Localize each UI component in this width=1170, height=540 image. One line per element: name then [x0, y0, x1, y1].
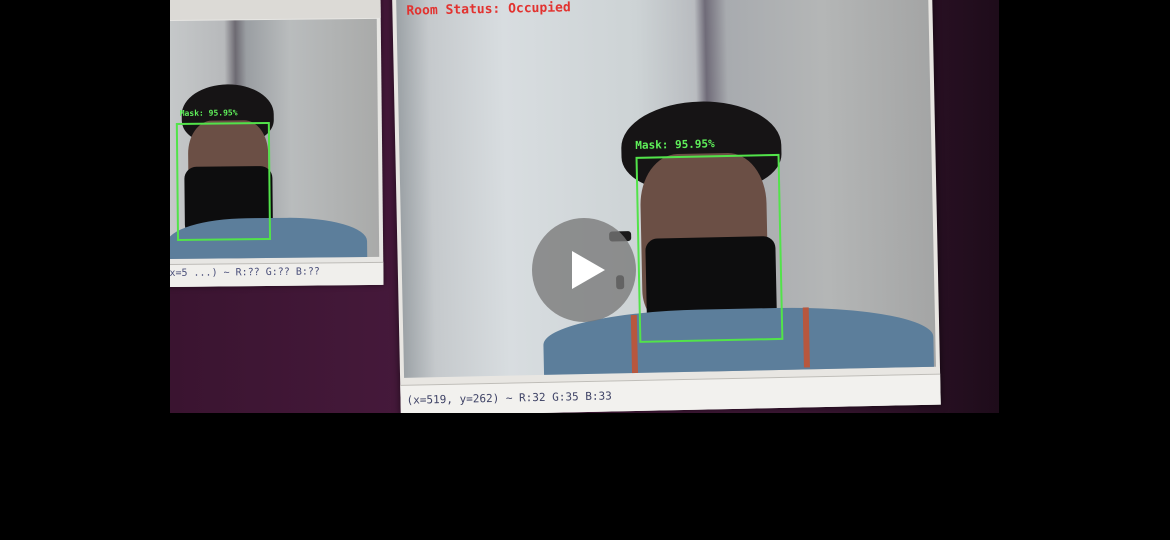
- main-camera-window: Room Status: Occupied Mask: 95.95% (x=51…: [392, 0, 941, 413]
- mask-detection-box: [175, 121, 272, 241]
- small-window-titlebar: [170, 0, 381, 21]
- play-button[interactable]: [532, 218, 636, 322]
- main-window-status-text: (x=519, y=262) ~ R:32 G:35 B:33: [406, 389, 612, 407]
- shirt-strap-left: [630, 314, 639, 376]
- video-player[interactable]: Mask: 95.95% (x=5 ...) ~ R:?? G:?? B:?? …: [0, 0, 1170, 540]
- main-window-statusbar: (x=519, y=262) ~ R:32 G:35 B:33: [400, 373, 941, 413]
- room-status-label: Room Status: Occupied: [406, 0, 571, 19]
- shirt-strap-right: [802, 307, 810, 368]
- mask-detection-label: Mask: 95.95%: [179, 108, 238, 118]
- mask-detection-box: [635, 153, 784, 343]
- main-camera-feed: Room Status: Occupied Mask: 95.95%: [396, 0, 936, 378]
- play-icon: [572, 251, 605, 289]
- small-window-statusbar: (x=5 ...) ~ R:?? G:?? B:??: [170, 261, 384, 288]
- mask-detection-label: Mask: 95.95%: [635, 137, 715, 152]
- video-frame: Mask: 95.95% (x=5 ...) ~ R:?? G:?? B:?? …: [170, 0, 999, 413]
- small-camera-window: Mask: 95.95% (x=5 ...) ~ R:?? G:?? B:??: [170, 0, 384, 288]
- small-window-status-text: (x=5 ...) ~ R:?? G:?? B:??: [170, 266, 320, 280]
- small-camera-feed: Mask: 95.95%: [170, 18, 380, 260]
